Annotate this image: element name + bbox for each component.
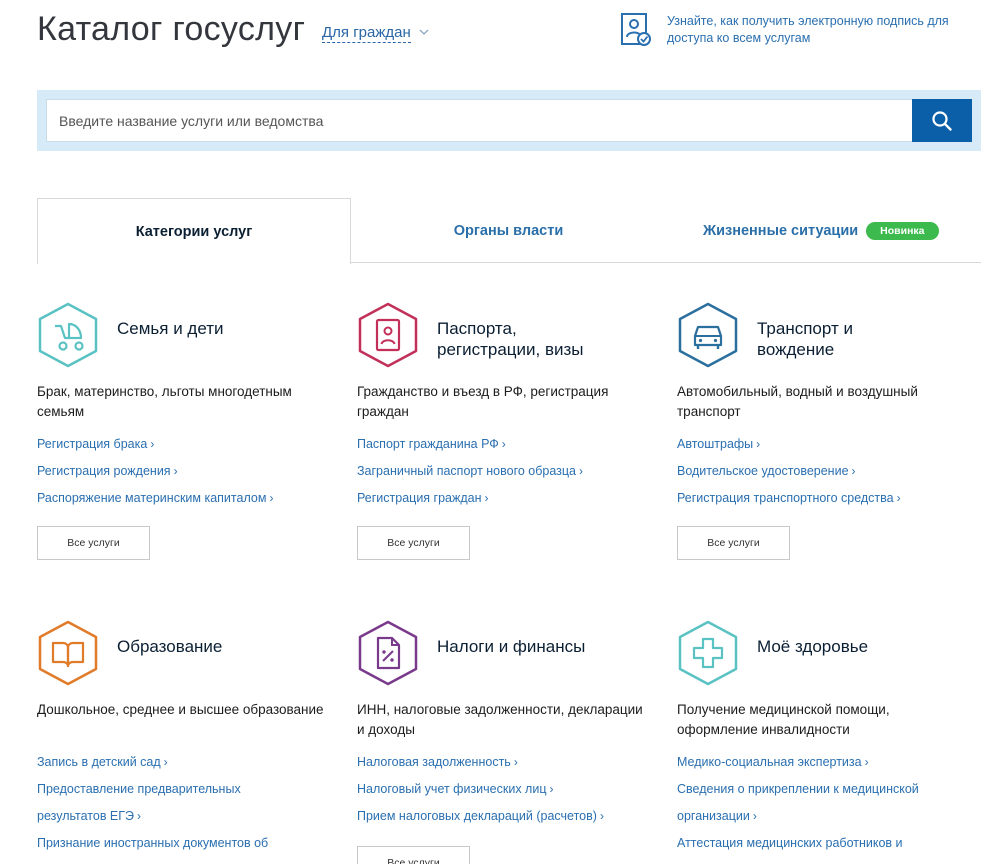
service-link[interactable]: Водительское удостоверение › xyxy=(677,458,977,485)
service-link[interactable]: Заграничный паспорт нового образца › xyxy=(357,458,657,485)
search-input[interactable] xyxy=(46,99,913,142)
category-description: Дошкольное, среднее и высшее образование xyxy=(37,702,324,717)
category-card-family: Семья и дети Брак, материнство, льготы м… xyxy=(37,302,337,562)
category-description: Автомобильный, водный и воздушный трансп… xyxy=(677,384,918,419)
search-button[interactable] xyxy=(912,99,972,142)
all-services-button[interactable]: Все услуги xyxy=(37,526,150,560)
service-link[interactable]: Регистрация граждан › xyxy=(357,485,657,512)
category-links: Налоговая задолженность › Налоговый учет … xyxy=(357,749,657,830)
category-card-transport: Транспорт и вождение Автомобильный, водн… xyxy=(677,302,977,562)
category-links: Регистрация брака › Регистрация рождения ›… xyxy=(37,431,337,512)
chevron-down-icon[interactable] xyxy=(418,26,430,38)
book-icon[interactable] xyxy=(37,620,99,686)
service-link[interactable]: Запись в детский сад › xyxy=(37,749,337,776)
medical-cross-icon[interactable] xyxy=(677,620,739,686)
service-link[interactable]: Сведения о прикреплении к медицинской ор… xyxy=(677,776,937,830)
new-badge: Новинка xyxy=(866,221,939,240)
digital-signature-icon[interactable] xyxy=(620,13,652,47)
search-icon xyxy=(932,110,952,131)
category-title[interactable]: Налоги и финансы xyxy=(437,636,657,657)
category-card-education: Образование Дошкольное, среднее и высшее… xyxy=(37,620,337,864)
service-link[interactable]: Прием налоговых деклараций (расчетов) › xyxy=(357,803,657,830)
service-link[interactable]: Автоштрафы › xyxy=(677,431,977,458)
all-services-button[interactable]: Все услуги xyxy=(357,846,470,864)
service-link[interactable]: Аттестация медицинских работников и xyxy=(677,830,977,857)
all-services-button[interactable]: Все услуги xyxy=(357,526,470,560)
category-description: Гражданство и въезд в РФ, регистрация гр… xyxy=(357,384,609,419)
category-links: Запись в детский сад › Предоставление пре… xyxy=(37,749,337,857)
category-title[interactable]: Семья и дети xyxy=(117,318,337,339)
category-description: ИНН, налоговые задолженности, декларации… xyxy=(357,702,643,737)
tab-authorities[interactable]: Органы власти xyxy=(351,198,666,263)
service-link[interactable]: Паспорт гражданина РФ › xyxy=(357,431,657,458)
category-card-taxes: Налоги и финансы ИНН, налоговые задолжен… xyxy=(357,620,657,864)
category-title[interactable]: Образование xyxy=(117,636,337,657)
digital-signature-link[interactable]: Узнайте, как получить электронную подпис… xyxy=(667,13,957,47)
page-header: Каталог госуслуг Для граждан Узнайте, ка… xyxy=(0,0,993,80)
page-title: Каталог госуслуг xyxy=(37,10,306,48)
catalog-tabs: Категории услуг Органы власти Жизненные … xyxy=(37,198,981,264)
tax-document-icon[interactable] xyxy=(357,620,419,686)
service-link[interactable]: Регистрация брака › xyxy=(37,431,337,458)
service-link[interactable]: Распоряжение материнским капиталом › xyxy=(37,485,337,512)
category-links: Автоштрафы › Водительское удостоверение › … xyxy=(677,431,977,512)
category-description: Получение медицинской помощи, оформление… xyxy=(677,702,890,737)
service-link[interactable]: Регистрация транспортного средства › xyxy=(677,485,977,512)
category-card-health: Моё здоровье Получение медицинской помощ… xyxy=(677,620,977,864)
category-card-passports: Паспорта, регистрации, визы Гражданство … xyxy=(357,302,657,562)
category-title[interactable]: Паспорта, регистрации, визы xyxy=(437,318,657,360)
audience-selector[interactable]: Для граждан xyxy=(322,24,411,43)
service-link[interactable]: Налоговая задолженность › xyxy=(357,749,657,776)
category-title[interactable]: Транспорт и вождение xyxy=(757,318,977,360)
category-links: Медико-социальная экспертиза › Сведения о… xyxy=(677,749,977,857)
car-icon[interactable] xyxy=(677,302,739,368)
service-link[interactable]: Признание иностранных документов об xyxy=(37,830,337,857)
tab-categories[interactable]: Категории услуг xyxy=(37,198,351,264)
stroller-icon[interactable] xyxy=(37,302,99,368)
tab-life-situations[interactable]: Жизненные ситуации Новинка xyxy=(666,198,981,263)
service-link[interactable]: Регистрация рождения › xyxy=(37,458,337,485)
service-link[interactable]: Налоговый учет физических лиц › xyxy=(357,776,657,803)
service-link[interactable]: Медико-социальная экспертиза › xyxy=(677,749,977,776)
category-links: Паспорт гражданина РФ › Заграничный паспо… xyxy=(357,431,657,512)
category-title[interactable]: Моё здоровье xyxy=(757,636,977,657)
category-description: Брак, материнство, льготы многодетным се… xyxy=(37,384,292,419)
all-services-button[interactable]: Все услуги xyxy=(677,526,790,560)
search-bar xyxy=(37,90,981,151)
service-link[interactable]: Предоставление предварительных результат… xyxy=(37,776,277,830)
passport-icon[interactable] xyxy=(357,302,419,368)
